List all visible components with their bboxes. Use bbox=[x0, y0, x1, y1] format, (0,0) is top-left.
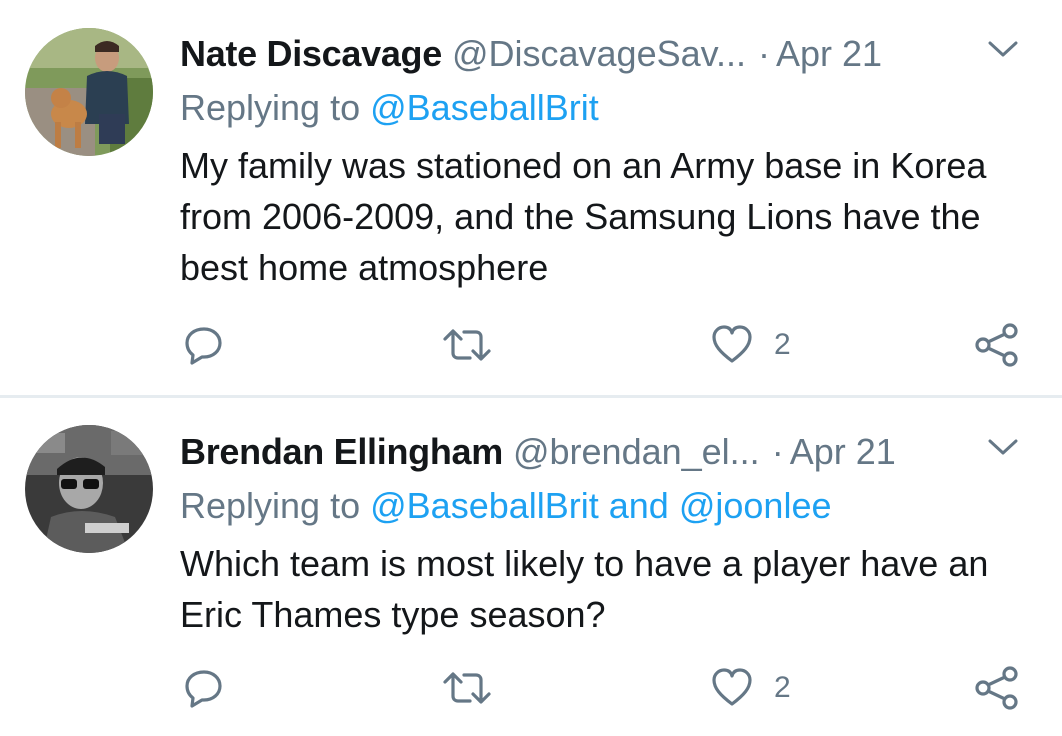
share-icon bbox=[975, 323, 1018, 367]
retweet-icon bbox=[443, 329, 491, 361]
avatar[interactable] bbox=[25, 425, 153, 553]
tweet-actions: 2 bbox=[0, 315, 1062, 375]
tweet-text: My family was stationed on an Army base … bbox=[180, 145, 987, 288]
separator-dot: · bbox=[771, 431, 784, 472]
author-handle[interactable]: @DiscavageSav... bbox=[452, 33, 746, 74]
share-button[interactable] bbox=[974, 658, 1022, 718]
like-count: 2 bbox=[774, 671, 791, 704]
like-button[interactable]: 2 bbox=[710, 315, 791, 375]
tweet[interactable]: Nate Discavage @DiscavageSav... · Apr 21 R… bbox=[0, 0, 1062, 396]
replying-to-prefix: Replying to bbox=[180, 87, 361, 128]
avatar[interactable] bbox=[25, 28, 153, 156]
replying-to-line: Replying to @BaseballBrit bbox=[180, 86, 599, 130]
chevron-down-icon[interactable] bbox=[986, 436, 1020, 458]
tweet-header: Nate Discavage @DiscavageSav... · Apr 21 bbox=[180, 32, 882, 76]
author-name[interactable]: Brendan Ellingham bbox=[180, 431, 503, 472]
like-count: 2 bbox=[774, 328, 791, 361]
retweet-icon bbox=[443, 672, 491, 704]
tweet-header: Brendan Ellingham @brendan_el... · Apr 21 bbox=[180, 430, 896, 474]
like-button[interactable]: 2 bbox=[710, 658, 791, 718]
heart-icon bbox=[712, 325, 752, 363]
reply-button[interactable] bbox=[182, 315, 226, 375]
heart-icon bbox=[712, 668, 752, 706]
replying-to-mention[interactable]: @BaseballBrit bbox=[370, 87, 599, 128]
retweet-button[interactable] bbox=[440, 658, 494, 718]
share-button[interactable] bbox=[974, 315, 1022, 375]
replying-to-prefix: Replying to bbox=[180, 485, 361, 526]
replying-to-line: Replying to @BaseballBrit and @joonlee bbox=[180, 484, 831, 528]
author-handle[interactable]: @brendan_el... bbox=[513, 431, 760, 472]
author-name[interactable]: Nate Discavage bbox=[180, 33, 442, 74]
reply-button[interactable] bbox=[182, 658, 226, 718]
retweet-button[interactable] bbox=[440, 315, 494, 375]
tweet-date[interactable]: Apr 21 bbox=[776, 33, 882, 74]
tweet-date[interactable]: Apr 21 bbox=[790, 431, 896, 472]
share-icon bbox=[975, 666, 1018, 710]
separator-dot: · bbox=[757, 33, 770, 74]
tweet-actions: 2 bbox=[0, 658, 1062, 718]
reply-icon bbox=[185, 327, 222, 365]
replying-to-mention[interactable]: @BaseballBrit and @joonlee bbox=[370, 485, 831, 526]
reply-icon bbox=[185, 670, 222, 708]
chevron-down-icon[interactable] bbox=[986, 38, 1020, 60]
tweet-text: Which team is most likely to have a play… bbox=[180, 543, 989, 635]
tweet[interactable]: Brendan Ellingham @brendan_el... · Apr 21 … bbox=[0, 398, 1062, 736]
